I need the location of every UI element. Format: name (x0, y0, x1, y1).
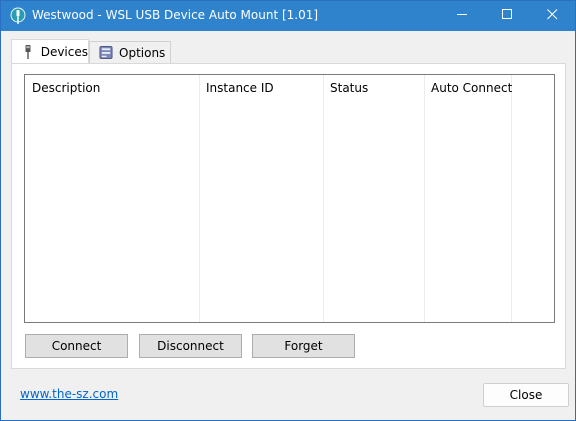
minimize-icon (456, 9, 468, 23)
column-divider (511, 75, 512, 322)
settings-icon (99, 45, 113, 61)
disconnect-button[interactable]: Disconnect (139, 334, 242, 358)
connect-button[interactable]: Connect (25, 334, 128, 358)
close-button[interactable]: Close (483, 383, 569, 407)
usb-plug-icon (10, 7, 26, 25)
tab-devices[interactable]: Devices (11, 39, 89, 63)
app-window: Westwood - WSL USB Device Auto Mount [1.… (0, 0, 576, 421)
column-header-status[interactable]: Status (323, 75, 424, 101)
close-icon (546, 9, 558, 23)
column-header-instance-id[interactable]: Instance ID (199, 75, 323, 101)
window-title: Westwood - WSL USB Device Auto Mount [1.… (32, 8, 319, 22)
forget-button[interactable]: Forget (252, 334, 355, 358)
column-header-auto-connect[interactable]: Auto Connect (424, 75, 512, 101)
column-header-description[interactable]: Description (25, 75, 199, 101)
tab-label: Devices (40, 44, 88, 59)
list-header: Description Instance ID Status Auto Conn… (25, 75, 554, 101)
column-divider (424, 75, 425, 322)
window-close-button[interactable] (529, 1, 575, 31)
column-divider (199, 75, 200, 322)
column-divider (323, 75, 324, 322)
maximize-icon (501, 9, 513, 23)
minimize-button[interactable] (439, 1, 485, 31)
tab-label: Options (119, 45, 166, 60)
maximize-button[interactable] (484, 1, 530, 31)
device-list[interactable]: Description Instance ID Status Auto Conn… (24, 74, 555, 323)
usb-plug-icon (21, 44, 35, 60)
website-link[interactable]: www.the-sz.com (20, 387, 118, 401)
tab-options[interactable]: Options (89, 41, 171, 63)
title-bar[interactable]: Westwood - WSL USB Device Auto Mount [1.… (1, 1, 575, 31)
